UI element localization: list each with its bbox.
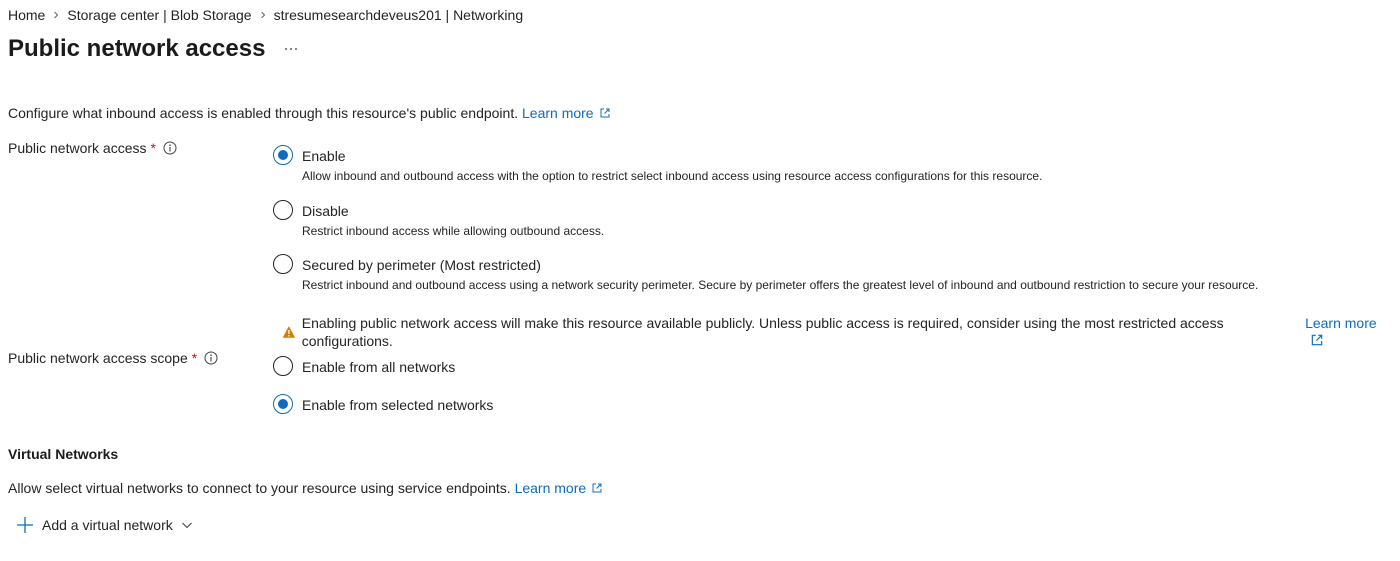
virtual-networks-description-text: Allow select virtual networks to connect… [8, 480, 511, 496]
external-link-icon [592, 483, 602, 493]
radio-option-disable[interactable]: Disable Restrict inbound access while al… [273, 200, 604, 239]
warning-text: Enabling public network access will make… [301, 315, 1224, 349]
breadcrumb-home[interactable]: Home [8, 7, 45, 23]
plus-icon [17, 517, 33, 533]
warning-learn-more-link[interactable]: Learn more [1305, 314, 1400, 350]
breadcrumb-storage-center[interactable]: Storage center | Blob Storage [67, 7, 251, 23]
warning-message: Enabling public network access will make… [282, 314, 1400, 350]
info-icon[interactable] [204, 351, 218, 365]
virtual-networks-description: Allow select virtual networks to connect… [8, 479, 603, 497]
radio-option-enable[interactable]: Enable Allow inbound and outbound access… [273, 145, 1042, 184]
radio-description: Restrict inbound and outbound access usi… [302, 278, 1259, 292]
required-asterisk: * [150, 140, 156, 156]
radio-label: Enable from selected networks [302, 397, 494, 413]
breadcrumb: Home Storage center | Blob Storage stres… [8, 6, 523, 24]
radio-option-selected-networks[interactable]: Enable from selected networks [273, 394, 493, 414]
external-link-icon [600, 108, 610, 118]
radio-button-disable[interactable] [273, 200, 293, 220]
public-network-access-label: Public network access * [8, 139, 177, 157]
external-link-icon [1311, 334, 1323, 346]
radio-option-secured-by-perimeter[interactable]: Secured by perimeter (Most restricted) R… [273, 254, 1258, 293]
description-text: Configure what inbound access is enabled… [8, 105, 519, 121]
breadcrumb-networking[interactable]: stresumesearchdeveus201 | Networking [274, 7, 524, 23]
page-title: Public network access [8, 35, 266, 62]
info-icon[interactable] [163, 141, 177, 155]
radio-label: Enable [302, 148, 346, 164]
radio-label: Disable [302, 203, 349, 219]
radio-description: Restrict inbound access while allowing o… [302, 224, 605, 238]
ellipsis-icon [285, 48, 297, 50]
virtual-networks-learn-more-link[interactable]: Learn more [515, 480, 604, 496]
radio-option-all-networks[interactable]: Enable from all networks [273, 356, 455, 376]
chevron-right-icon [45, 11, 67, 19]
virtual-networks-heading: Virtual Networks [8, 446, 119, 462]
more-options-button[interactable] [283, 41, 299, 57]
required-asterisk: * [191, 350, 198, 366]
chevron-down-icon [181, 522, 192, 529]
radio-button-all-networks[interactable] [273, 356, 293, 376]
warning-icon [282, 326, 296, 338]
radio-button-enable[interactable] [273, 145, 293, 165]
radio-description: Allow inbound and outbound access with t… [302, 169, 1043, 183]
public-network-access-scope-label: Public network access scope * [8, 349, 218, 367]
radio-button-selected-networks[interactable] [273, 394, 293, 414]
learn-more-link[interactable]: Learn more [522, 105, 611, 121]
add-virtual-network-button[interactable]: Add a virtual network [16, 516, 193, 534]
radio-button-secured-by-perimeter[interactable] [273, 254, 293, 274]
chevron-right-icon [252, 11, 274, 19]
radio-label: Secured by perimeter (Most restricted) [302, 257, 541, 273]
radio-label: Enable from all networks [302, 359, 456, 375]
add-virtual-network-label: Add a virtual network [42, 517, 173, 533]
description-line: Configure what inbound access is enabled… [8, 104, 611, 122]
